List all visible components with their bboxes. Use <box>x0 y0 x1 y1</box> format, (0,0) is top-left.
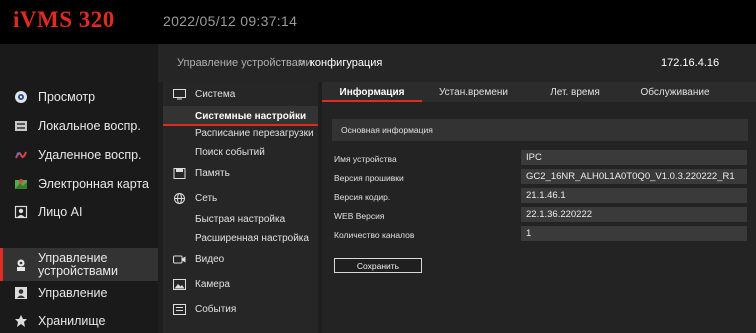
config-label: Системные настройки <box>195 110 307 122</box>
config-group-events[interactable]: События <box>163 300 318 318</box>
memory-icon <box>173 167 186 179</box>
config-label: Память <box>195 167 230 179</box>
config-label: Камера <box>195 278 230 290</box>
config-group-network[interactable]: Сеть <box>163 189 318 207</box>
nav-label: Управление устройствами <box>38 250 118 278</box>
field-value-device-name: IPC <box>521 150 747 165</box>
breadcrumb-separator: > <box>299 57 306 69</box>
config-item-quick-setup[interactable]: Быстрая настройка <box>163 210 318 228</box>
breadcrumb-current: конфигурация <box>310 57 383 69</box>
config-label: События <box>195 303 237 315</box>
local-playback-icon <box>15 121 27 131</box>
tab-maintenance[interactable]: Обслуживание <box>625 82 725 102</box>
config-item-advanced-setup[interactable]: Расширенная настройка <box>163 229 318 247</box>
emap-icon <box>15 179 27 189</box>
content-panel: Информация Устан.времени Лет. время Обсл… <box>322 82 756 333</box>
nav-label: Электронная карта <box>38 176 149 191</box>
nav-item-device-management[interactable]: Управление устройствами <box>0 248 158 281</box>
tab-bar: Информация Устан.времени Лет. время Обсл… <box>322 82 756 102</box>
nav-label: Лицо AI <box>38 204 83 219</box>
nav-label: Управление <box>38 285 108 300</box>
event-icon <box>173 303 186 315</box>
management-icon <box>15 287 27 299</box>
breadcrumb: Управление устройствами > конфигурация 1… <box>158 44 756 82</box>
section-title: Основная информация <box>341 125 433 135</box>
nav-label: Удаленное воспр. <box>38 147 142 162</box>
config-label: Расширенная настройка <box>195 232 309 244</box>
field-value-firmware: GC2_16NR_ALH0L1A0T0Q0_V1.0.3.220222_R1 <box>521 169 747 184</box>
field-value-encoder: 21.1.46.1 <box>521 188 747 203</box>
storage-icon <box>15 315 27 327</box>
field-label-firmware: Версия прошивки <box>334 173 404 183</box>
config-label: Сеть <box>195 192 218 204</box>
nav-item-live-view[interactable]: Просмотр <box>0 82 158 112</box>
tab-information[interactable]: Информация <box>322 82 422 102</box>
nav-item-storage[interactable]: Хранилище <box>0 306 158 333</box>
device-management-icon <box>17 259 25 271</box>
config-group-camera[interactable]: Камера <box>163 275 318 293</box>
config-menu: Система Системные настройки Расписание п… <box>163 82 318 333</box>
field-label-web-version: WEB Версия <box>334 211 385 221</box>
app-logo: iVMS 320 <box>13 7 115 32</box>
monitor-icon <box>173 88 186 99</box>
nav-item-face-ai[interactable]: Лицо AI <box>0 197 158 227</box>
nav-label: Просмотр <box>38 89 96 104</box>
video-icon <box>173 255 186 263</box>
tab-time-settings[interactable]: Устан.времени <box>422 82 525 102</box>
nav-item-remote-playback[interactable]: Удаленное воспр. <box>0 140 158 170</box>
config-label: Быстрая настройка <box>195 213 286 225</box>
config-group-video[interactable]: Видео <box>163 250 318 268</box>
field-value-channels: 1 <box>521 226 747 241</box>
nav-item-local-playback[interactable]: Локальное воспр. <box>0 111 158 141</box>
nav-label: Локальное воспр. <box>38 118 141 133</box>
tab-dst[interactable]: Лет. время <box>525 82 625 102</box>
device-ip: 172.16.4.16 <box>661 57 720 69</box>
config-item-event-search[interactable]: Поиск событий <box>163 143 318 161</box>
field-label-device-name: Имя устройства <box>334 154 397 164</box>
config-item-system-settings[interactable]: Системные настройки <box>163 106 318 126</box>
datetime: 2022/05/12 09:37:14 <box>163 13 298 29</box>
live-view-icon <box>15 91 27 103</box>
config-item-reboot-schedule[interactable]: Расписание перезагрузки <box>163 124 318 142</box>
config-label: Поиск событий <box>195 146 265 158</box>
breadcrumb-parent[interactable]: Управление устройствами <box>177 57 312 69</box>
field-label-encoder: Версия кодир. <box>334 192 391 202</box>
remote-playback-icon <box>15 151 27 159</box>
field-label-channels: Количество каналов <box>334 230 415 240</box>
globe-icon <box>174 192 185 204</box>
config-group-memory[interactable]: Память <box>163 164 318 182</box>
nav-item-emap[interactable]: Электронная карта <box>0 169 158 199</box>
image-icon <box>173 278 186 290</box>
section-header: Основная информация <box>332 119 748 141</box>
field-value-web-version: 22.1.36.220222 <box>521 207 747 222</box>
nav-label: Хранилище <box>38 313 106 328</box>
config-label: Расписание перезагрузки <box>195 127 314 139</box>
save-button[interactable]: Сохранить <box>334 258 422 273</box>
config-label: Видео <box>195 253 225 265</box>
left-nav: Просмотр Локальное воспр. Удаленное восп… <box>0 44 158 333</box>
config-label: Система <box>195 88 236 100</box>
nav-item-management[interactable]: Управление <box>0 278 158 308</box>
face-ai-icon <box>14 205 28 219</box>
config-group-system[interactable]: Система <box>163 85 318 103</box>
top-header: iVMS 320 2022/05/12 09:37:14 <box>0 0 756 44</box>
